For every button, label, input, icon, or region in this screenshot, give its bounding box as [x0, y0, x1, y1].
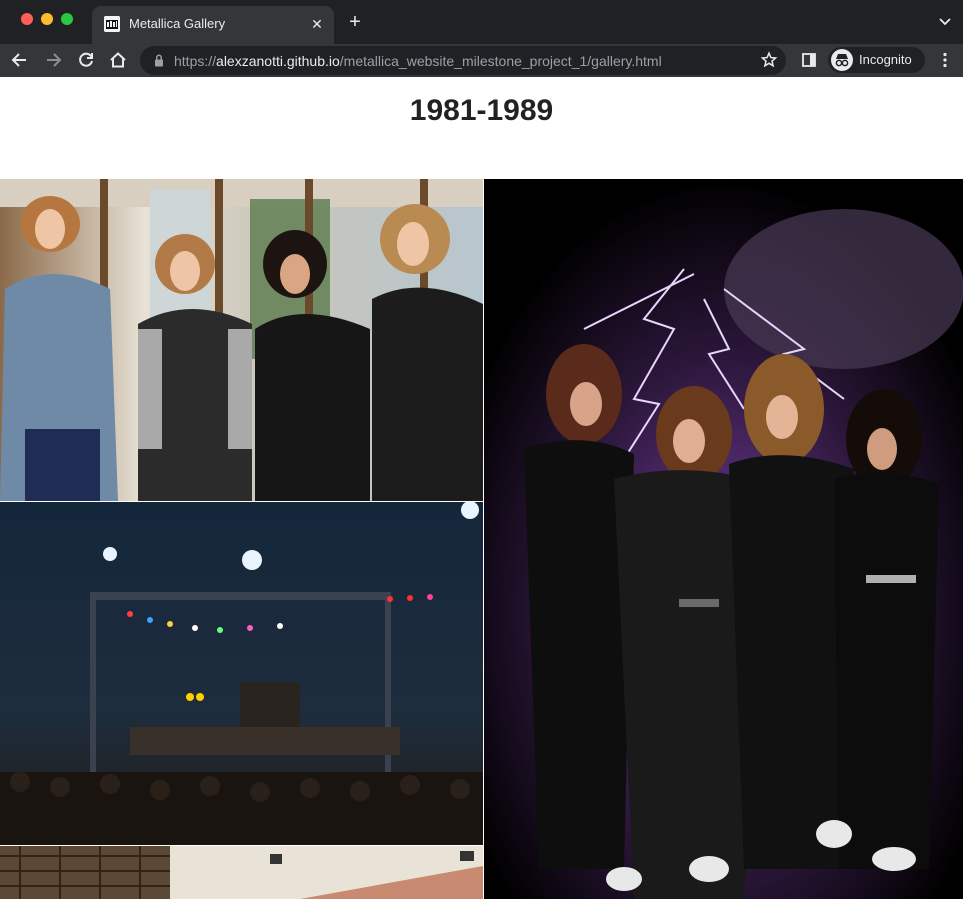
incognito-profile-button[interactable]: Incognito [828, 47, 925, 73]
maximize-window-button[interactable] [61, 13, 73, 25]
url-path: /metallica_website_milestone_project_1/g… [339, 53, 662, 69]
page-content: 1981-1989 [0, 77, 963, 899]
concert-stage-photo [0, 502, 483, 845]
tab-metallica-gallery[interactable]: Metallica Gallery ✕ [92, 6, 334, 44]
forward-icon[interactable] [42, 49, 64, 71]
side-panel-icon[interactable] [800, 51, 818, 69]
url-text: https://alexzanotti.github.io/metallica_… [174, 53, 662, 69]
star-icon[interactable] [760, 51, 778, 69]
page-title: 1981-1989 [409, 94, 554, 127]
stadium-photo [0, 846, 483, 899]
url-host: alexzanotti.github.io [216, 53, 340, 69]
reload-icon[interactable] [75, 49, 97, 71]
menu-icon[interactable] [936, 51, 954, 69]
close-window-button[interactable] [21, 13, 33, 25]
band-photo-window [0, 179, 483, 501]
incognito-label: Incognito [859, 52, 912, 67]
tab-title: Metallica Gallery [129, 16, 226, 31]
new-tab-button[interactable]: + [344, 11, 366, 33]
browser-toolbar: https://alexzanotti.github.io/metallica_… [0, 44, 963, 77]
url-scheme: https:// [174, 53, 217, 69]
browser-tab-strip: Metallica Gallery ✕ + [0, 0, 963, 44]
home-icon[interactable] [107, 49, 129, 71]
incognito-icon [831, 49, 853, 71]
minimize-window-button[interactable] [41, 13, 53, 25]
back-icon[interactable] [9, 49, 31, 71]
favicon-icon [104, 16, 120, 32]
lock-icon[interactable] [152, 53, 166, 68]
band-photo-lightning [484, 179, 963, 899]
tab-search-icon[interactable] [937, 13, 953, 29]
address-bar[interactable]: https://alexzanotti.github.io/metallica_… [140, 46, 786, 75]
tab-close-icon[interactable]: ✕ [308, 15, 326, 33]
